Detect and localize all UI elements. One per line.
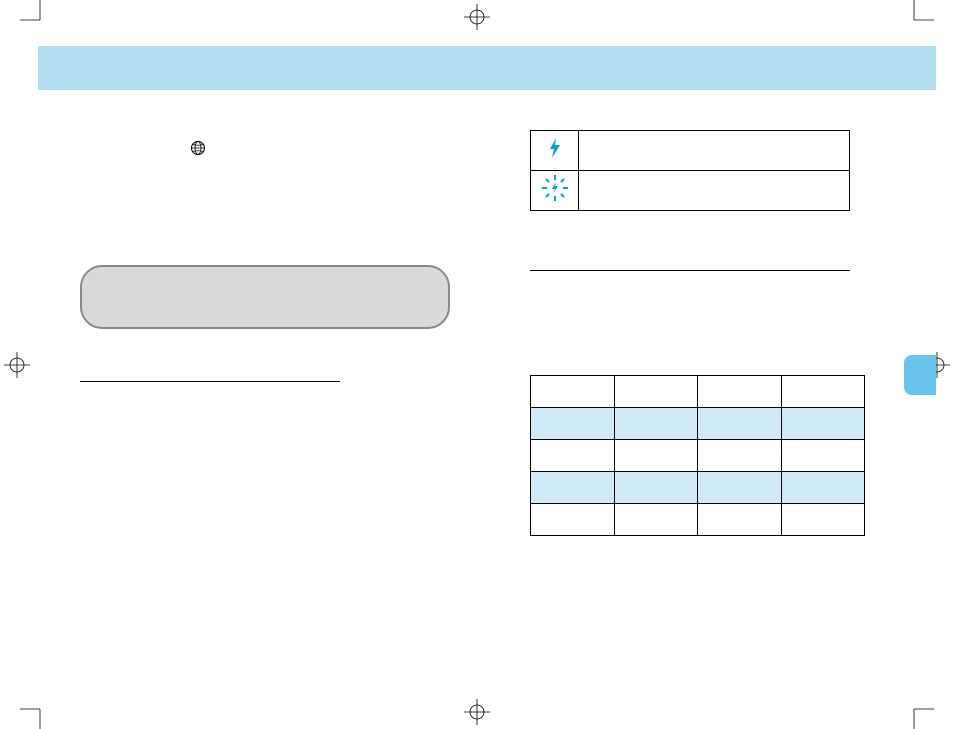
section-underline [80,380,340,382]
flash-label-cell [579,131,850,171]
slow-sync-label-cell [579,171,850,211]
slow-sync-icon [540,173,570,203]
header-cell [531,376,615,408]
crop-mark-br [904,699,934,729]
table-row [531,171,850,211]
header-cell [781,376,865,408]
table-row [531,504,865,536]
header-band [38,46,936,90]
slow-sync-icon-cell [531,171,579,211]
registration-mark-top [462,2,492,32]
crop-mark-tl [20,0,50,30]
flash-icon-cell [531,131,579,171]
range-table [530,375,865,536]
table-row [531,131,850,171]
crop-mark-tr [904,0,934,30]
right-column [530,130,865,211]
header-cell [614,376,698,408]
header-cell [698,376,782,408]
table-header-row [531,376,865,408]
note-callout-box [80,265,450,329]
section-underline-right [530,270,850,271]
registration-mark-bottom [462,697,492,727]
flash-icon [545,136,565,160]
crop-mark-bl [20,699,50,729]
table-row [531,440,865,472]
globe-icon [190,140,206,161]
side-thumb-tab [904,355,936,395]
flash-mode-table [530,130,850,211]
table-row [531,408,865,440]
registration-mark-left [2,350,32,380]
table-row [531,472,865,504]
